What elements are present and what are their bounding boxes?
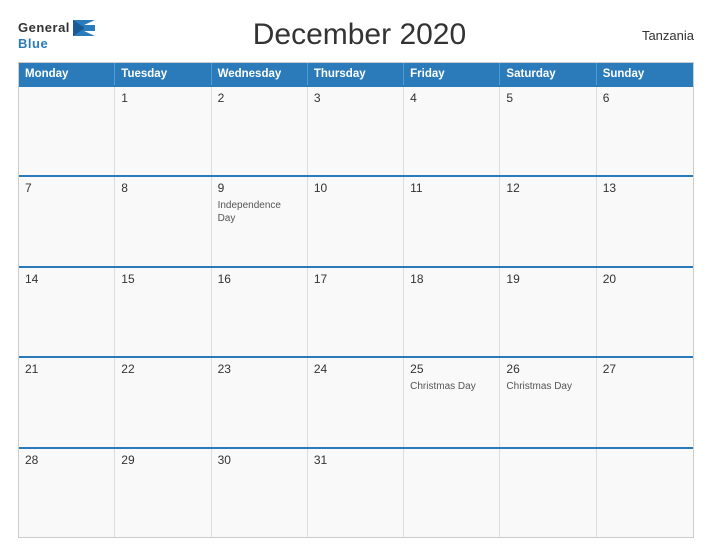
- cal-cell: [404, 449, 500, 537]
- calendar-page: General Blue December 2020 Tanzania Mond…: [0, 0, 712, 550]
- cal-cell: 25 Christmas Day: [404, 358, 500, 446]
- calendar-body: 123456789Independence Day101112131415161…: [19, 85, 693, 537]
- week-row-5: 28 29 30 31: [19, 447, 693, 537]
- cal-cell: 19: [500, 268, 596, 356]
- cal-cell: [19, 87, 115, 175]
- day-number: 3: [314, 91, 397, 105]
- week-row-4: 21 22 23 24 25 Christmas Day 26 Christmas Day 27: [19, 356, 693, 446]
- cal-cell: 15: [115, 268, 211, 356]
- day-number: 17: [314, 272, 397, 286]
- cal-cell: 18: [404, 268, 500, 356]
- country-label: Tanzania: [624, 28, 694, 43]
- cal-cell: 22: [115, 358, 211, 446]
- day-number: 12: [506, 181, 589, 195]
- day-number: 19: [506, 272, 589, 286]
- day-number: 21: [25, 362, 108, 376]
- day-number: 30: [218, 453, 301, 467]
- cal-cell: [597, 449, 693, 537]
- cal-cell: 31: [308, 449, 404, 537]
- day-event: Christmas Day: [506, 380, 589, 393]
- cal-cell: 1: [115, 87, 211, 175]
- day-number: 22: [121, 362, 204, 376]
- cal-cell: 29: [115, 449, 211, 537]
- day-number: 5: [506, 91, 589, 105]
- cal-cell: 13: [597, 177, 693, 265]
- day-number: 26: [506, 362, 589, 376]
- cal-cell: 30: [212, 449, 308, 537]
- cal-cell: 14: [19, 268, 115, 356]
- cal-cell: 23: [212, 358, 308, 446]
- cal-cell: 20: [597, 268, 693, 356]
- day-event: Independence Day: [218, 199, 301, 225]
- cal-cell: 17: [308, 268, 404, 356]
- day-number: 18: [410, 272, 493, 286]
- cal-cell: 3: [308, 87, 404, 175]
- day-number: 8: [121, 181, 204, 195]
- cal-cell: 28: [19, 449, 115, 537]
- cal-cell: 10: [308, 177, 404, 265]
- week-row-1: 123456: [19, 85, 693, 175]
- calendar-grid: MondayTuesdayWednesdayThursdayFridaySatu…: [18, 62, 694, 538]
- day-number: 28: [25, 453, 108, 467]
- cal-cell: 24: [308, 358, 404, 446]
- day-number: 16: [218, 272, 301, 286]
- weekday-header-sunday: Sunday: [597, 63, 693, 85]
- cal-cell: 16: [212, 268, 308, 356]
- day-number: 15: [121, 272, 204, 286]
- day-number: 29: [121, 453, 204, 467]
- logo-flag-icon: [73, 20, 95, 36]
- cal-cell: 2: [212, 87, 308, 175]
- day-number: 13: [603, 181, 687, 195]
- day-number: 14: [25, 272, 108, 286]
- weekday-header-friday: Friday: [404, 63, 500, 85]
- cal-cell: 21: [19, 358, 115, 446]
- cal-cell: 5: [500, 87, 596, 175]
- cal-cell: 7: [19, 177, 115, 265]
- logo: General Blue: [18, 19, 95, 51]
- day-number: 2: [218, 91, 301, 105]
- day-number: 7: [25, 181, 108, 195]
- week-row-2: 789 Independence Day 10 11 12 13: [19, 175, 693, 265]
- day-number: 9: [218, 181, 301, 195]
- day-number: 1: [121, 91, 204, 105]
- calendar-header-row: MondayTuesdayWednesdayThursdayFridaySatu…: [19, 63, 693, 85]
- cal-cell: 26 Christmas Day: [500, 358, 596, 446]
- weekday-header-tuesday: Tuesday: [115, 63, 211, 85]
- weekday-header-wednesday: Wednesday: [212, 63, 308, 85]
- day-number: 4: [410, 91, 493, 105]
- logo-blue-text: Blue: [18, 36, 48, 51]
- day-number: 25: [410, 362, 493, 376]
- day-number: 31: [314, 453, 397, 467]
- cal-cell: 27: [597, 358, 693, 446]
- header: General Blue December 2020 Tanzania: [18, 18, 694, 52]
- day-number: 10: [314, 181, 397, 195]
- weekday-header-saturday: Saturday: [500, 63, 596, 85]
- weekday-header-monday: Monday: [19, 63, 115, 85]
- day-number: 6: [603, 91, 687, 105]
- day-number: 20: [603, 272, 687, 286]
- week-row-3: 14 15 16 17 18 19 20: [19, 266, 693, 356]
- cal-cell: 8: [115, 177, 211, 265]
- day-number: 23: [218, 362, 301, 376]
- day-event: Christmas Day: [410, 380, 493, 393]
- day-number: 24: [314, 362, 397, 376]
- cal-cell: 11: [404, 177, 500, 265]
- cal-cell: 12: [500, 177, 596, 265]
- day-number: 27: [603, 362, 687, 376]
- cal-cell: 4: [404, 87, 500, 175]
- day-number: 11: [410, 181, 493, 195]
- cal-cell: 6: [597, 87, 693, 175]
- cal-cell: 9 Independence Day: [212, 177, 308, 265]
- cal-cell: [500, 449, 596, 537]
- month-title: December 2020: [95, 18, 624, 52]
- weekday-header-thursday: Thursday: [308, 63, 404, 85]
- logo-general-text: General: [18, 20, 70, 35]
